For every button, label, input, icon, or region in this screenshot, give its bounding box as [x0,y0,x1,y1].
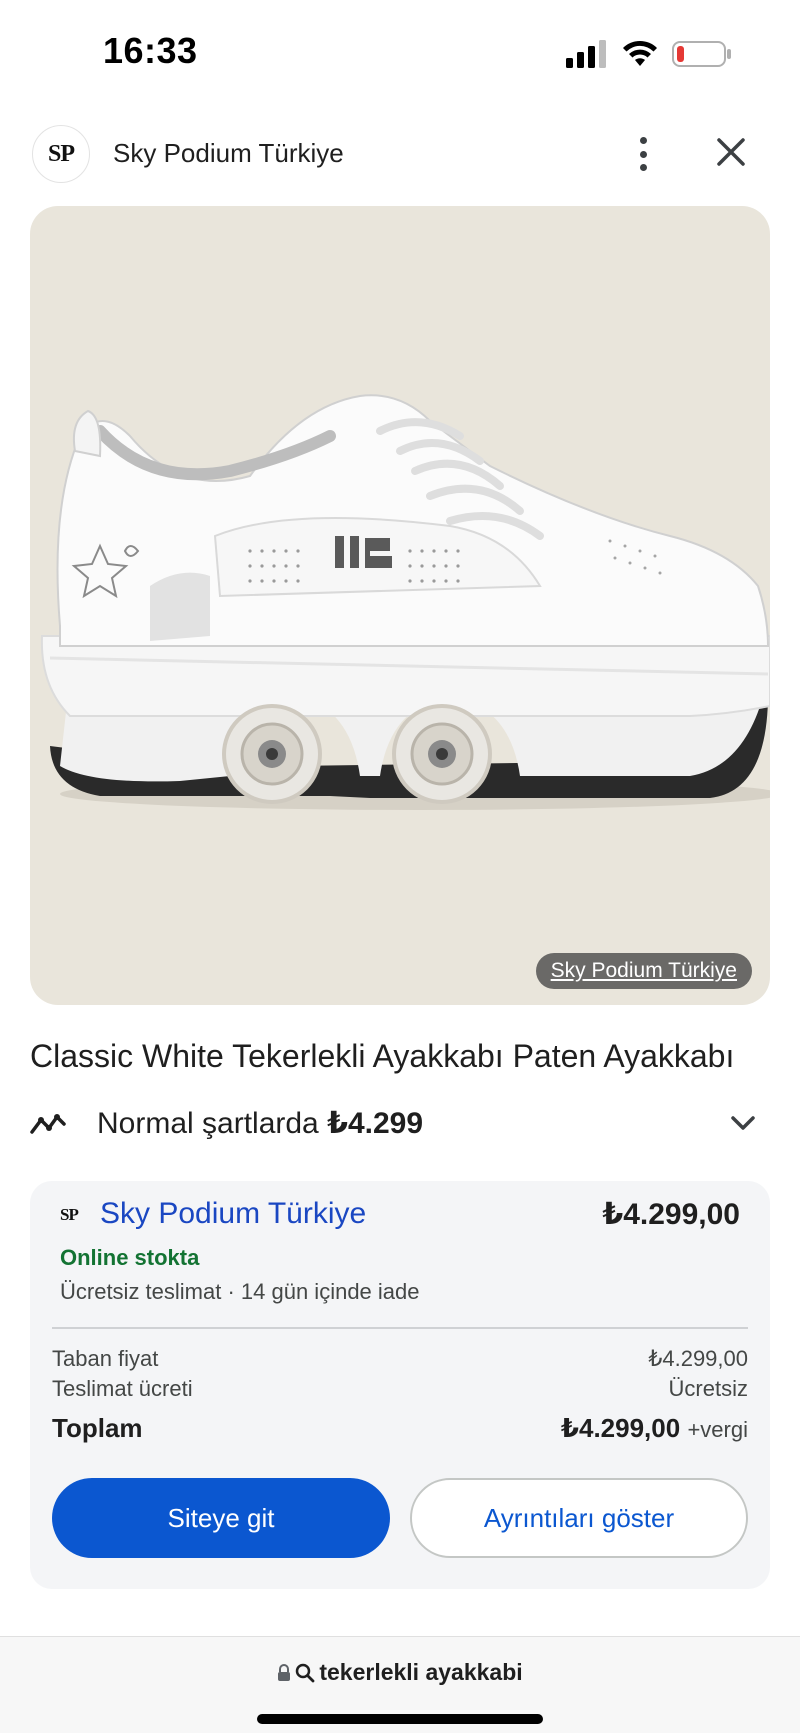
typical-price-value: ₺4.299 [327,1107,424,1140]
status-bar: 16:33 [0,0,800,100]
status-time: 16:33 [103,30,198,71]
merchant-title[interactable]: Sky Podium Türkiye [113,138,344,169]
visit-site-button[interactable]: Siteye git [52,1478,390,1558]
typical-price: Normal şartlarda ₺4.299 [97,1106,423,1141]
delivery-fee-label: Teslimat ücreti [52,1376,193,1401]
search-icon [296,1663,315,1682]
battery-icon [672,41,731,67]
total-row: Toplam ₺4.299,00 +vergi [52,1413,748,1444]
price-trend-icon [30,1114,66,1134]
chevron-down-icon[interactable] [730,1114,756,1132]
merchant-logo: SP [32,125,90,183]
tax-note: +vergi [687,1417,748,1442]
shipping-info: Ücretsiz teslimat · 14 gün içinde iade [60,1279,420,1304]
stock-status: Online stokta [60,1245,200,1270]
home-indicator[interactable] [257,1714,543,1724]
offer-merchant-link[interactable]: Sky Podium Türkiye [100,1197,366,1231]
divider [52,1327,748,1329]
close-icon[interactable] [716,137,746,167]
total-value-wrap: ₺4.299,00 +vergi [561,1413,748,1444]
offer-price: ₺4.299,00 [602,1198,740,1231]
total-label: Toplam [52,1413,143,1443]
base-price-row: Taban fiyat ₺4.299,00 [52,1346,748,1372]
delivery-fee-row: Teslimat ücreti Ücretsiz [52,1376,748,1402]
more-vert-icon[interactable] [628,134,658,174]
merchant-header: SP Sky Podium Türkiye [0,118,800,190]
product-title: Classic White Tekerlekli Ayakkabı Paten … [30,1038,735,1074]
offer-merchant-logo: SP [60,1205,79,1224]
address-text[interactable]: tekerlekli ayakkabi [319,1659,522,1686]
browser-address-bar[interactable]: tekerlekli ayakkabi [0,1636,800,1733]
typical-price-label: Normal şartlarda [97,1107,328,1140]
image-source-badge[interactable]: Sky Podium Türkiye [535,953,752,989]
base-price-value: ₺4.299,00 [648,1346,748,1371]
product-image[interactable]: Sky Podium Türkiye [30,206,770,1005]
address-content[interactable]: tekerlekli ayakkabi [0,1659,800,1686]
total-value: ₺4.299,00 [560,1413,681,1443]
price-history-row[interactable]: Normal şartlarda ₺4.299 [30,1100,770,1148]
lock-icon [278,1663,291,1681]
offer-card: SP Sky Podium Türkiye ₺4.299,00 Online s… [30,1181,770,1589]
wifi-icon [623,40,657,66]
show-details-button[interactable]: Ayrıntıları göster [410,1478,748,1558]
delivery-fee-value: Ücretsiz [668,1376,748,1401]
base-price-label: Taban fiyat [52,1346,159,1371]
roller-shoe-illustration [40,394,770,810]
cellular-signal-icon [566,40,606,68]
